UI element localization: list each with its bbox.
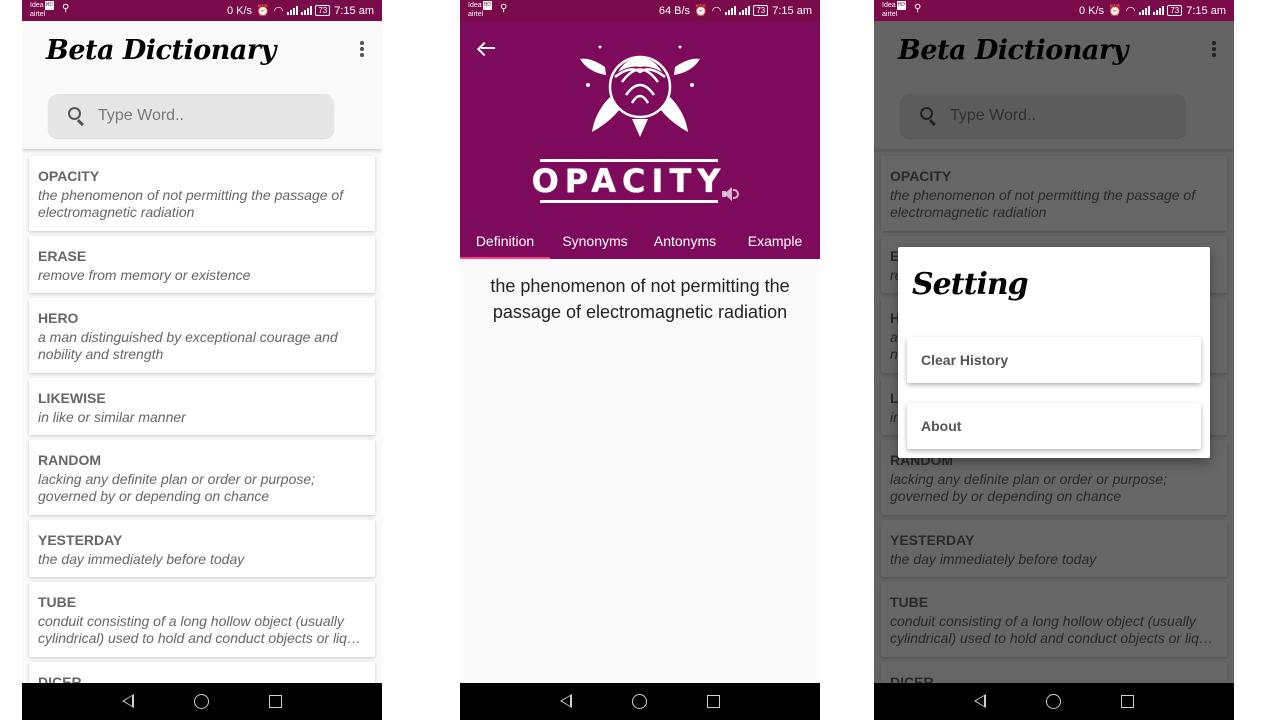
clock: 7:15 am: [334, 4, 374, 17]
tab-bar: Definition Synonyms Antonyms Example: [460, 220, 820, 259]
nav-home-icon[interactable]: [632, 694, 647, 709]
about-button[interactable]: About: [907, 403, 1201, 449]
app-header: Beta Dictionary: [22, 21, 382, 149]
word-definition: a man distinguished by exceptional coura…: [38, 329, 338, 362]
word-definition: lacking any definite plan or order or pu…: [38, 471, 316, 504]
word-definition: conduit consisting of a long hollow obje…: [38, 613, 361, 646]
status-bar: Idea HD airtel ⚲ 64 B/s ⏰ ◠ 73 7:15 am: [460, 0, 820, 21]
home-screen: Idea HD airtel ⚲ 0 K/s ⏰ ◠ 73 7:15 am Beta…: [22, 0, 382, 720]
word-label: ERASE: [38, 248, 87, 264]
list-item[interactable]: DICER: [29, 662, 375, 683]
navigation-bar: [22, 683, 382, 720]
tab-antonyms[interactable]: Antonyms: [640, 220, 730, 259]
carrier-label: Idea HD airtel: [882, 1, 906, 18]
word-label: OPACITY: [38, 168, 100, 184]
nav-recents-icon[interactable]: [1121, 695, 1134, 708]
network-speed: 64 B/s: [658, 4, 691, 17]
back-arrow-icon[interactable]: [480, 41, 495, 55]
list-item[interactable]: HERO a man distinguished by exceptional c…: [29, 298, 375, 373]
search-icon: [68, 107, 81, 120]
detail-word: OPACITY: [531, 162, 727, 200]
usb-icon: ⚲: [914, 3, 922, 14]
word-label: RANDOM: [38, 452, 101, 468]
status-bar: Idea HD airtel ⚲ 0 K/s ⏰ ◠ 73 7:15 am: [874, 0, 1234, 21]
signal-icon: [1139, 6, 1151, 15]
nav-back-icon[interactable]: [974, 694, 986, 708]
clock: 7:15 am: [1186, 4, 1226, 17]
word-definition: remove from memory or existence: [38, 267, 251, 283]
tab-example[interactable]: Example: [730, 220, 820, 259]
network-speed: 0 K/s: [226, 4, 253, 17]
list-item[interactable]: LIKEWISE in like or similar manner: [29, 378, 375, 435]
word-definition: the phenomenon of not permitting the pas…: [38, 187, 344, 220]
signal-icon: [287, 6, 299, 15]
search-bar[interactable]: [48, 94, 334, 138]
tab-synonyms[interactable]: Synonyms: [550, 220, 640, 259]
word-definition: the day immediately before today: [38, 551, 245, 567]
list-item[interactable]: OPACITY the phenomenon of not permitting …: [29, 156, 375, 231]
status-bar: Idea HD airtel ⚲ 0 K/s ⏰ ◠ 73 7:15 am: [22, 0, 382, 21]
word-label: DICER: [38, 674, 82, 683]
word-list: OPACITY the phenomenon of not permitting …: [22, 150, 382, 683]
dialog-title: Setting: [912, 267, 1029, 302]
settings-screen: IdeaHDairtel ⚲ 0 K/s ⏰ ◠ 73 7:15 am Beta…: [874, 0, 1234, 720]
nav-home-icon[interactable]: [1046, 694, 1061, 709]
word-label: LIKEWISE: [38, 390, 106, 406]
word-label: HERO: [38, 310, 79, 326]
navigation-bar: [874, 683, 1234, 720]
search-input[interactable]: [98, 94, 318, 138]
nav-recents-icon[interactable]: [707, 695, 720, 708]
overflow-menu-icon[interactable]: [360, 41, 364, 57]
speaker-icon[interactable]: [722, 187, 739, 201]
nav-home-icon[interactable]: [194, 694, 209, 709]
wifi-icon: ◠: [273, 5, 284, 17]
list-item[interactable]: TUBE conduit consisting of a long hollow …: [29, 582, 375, 657]
list-item[interactable]: ERASE remove from memory or existence: [29, 236, 375, 293]
clock: 7:15 am: [772, 4, 812, 17]
carrier-label: Idea HD airtel: [30, 1, 54, 18]
carrier-label: Idea HD airtel: [468, 1, 492, 18]
app-title: Beta Dictionary: [46, 35, 276, 66]
word-banner: OPACITY: [532, 159, 720, 203]
nav-recents-icon[interactable]: [269, 695, 282, 708]
list-item[interactable]: RANDOM lacking any definite plan or order…: [29, 440, 375, 515]
navigation-bar: [460, 683, 820, 720]
wifi-icon: ◠: [711, 5, 722, 17]
clear-history-button[interactable]: Clear History: [907, 337, 1201, 383]
tab-definition[interactable]: Definition: [460, 220, 550, 259]
alarm-icon: ⏰: [1108, 5, 1122, 17]
nav-back-icon[interactable]: [560, 694, 572, 708]
signal-icon: [739, 6, 751, 15]
list-item[interactable]: YESTERDAY the day immediately before toda…: [29, 520, 375, 577]
nav-back-icon[interactable]: [122, 694, 134, 708]
alarm-icon: ⏰: [256, 5, 270, 17]
word-label: YESTERDAY: [38, 532, 123, 548]
signal-icon: [725, 6, 737, 15]
word-label: TUBE: [38, 594, 77, 610]
alarm-icon: ⏰: [694, 5, 708, 17]
detail-screen: Idea HD airtel ⚲ 64 B/s ⏰ ◠ 73 7:15 am O…: [460, 0, 820, 720]
battery-icon: 73: [753, 5, 769, 16]
wifi-icon: ◠: [1125, 5, 1136, 17]
network-speed: 0 K/s: [1078, 4, 1105, 17]
usb-icon: ⚲: [500, 3, 508, 14]
usb-icon: ⚲: [62, 3, 70, 14]
signal-icon: [1153, 6, 1165, 15]
word-definition: in like or similar manner: [38, 409, 186, 425]
definition-text: the phenomenon of not permitting the pas…: [490, 276, 790, 322]
battery-icon: 73: [1167, 5, 1183, 16]
definition-panel: the phenomenon of not permitting the pas…: [460, 259, 820, 683]
battery-icon: 73: [315, 5, 331, 16]
detail-header: OPACITY Definition Synonyms Antonyms Exa…: [460, 21, 820, 259]
settings-dialog: Setting Clear History About: [898, 247, 1210, 458]
signal-icon: [301, 6, 313, 15]
rose-logo-icon: [580, 45, 700, 137]
